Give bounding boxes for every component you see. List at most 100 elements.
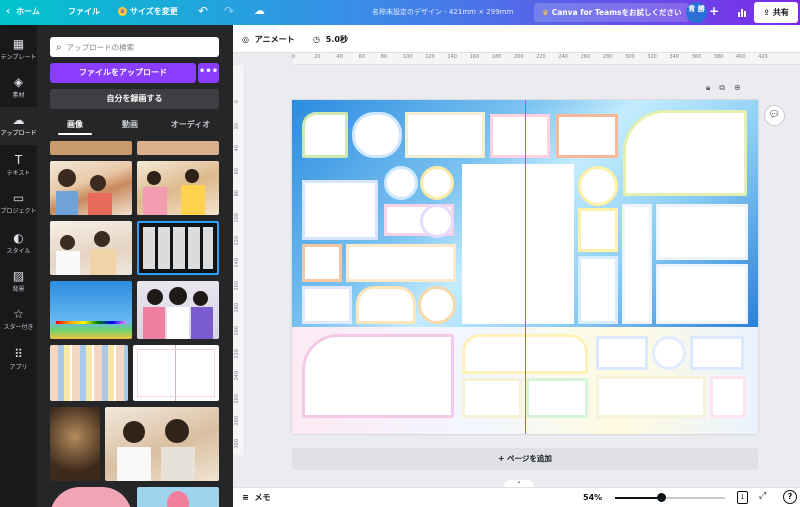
add-page-button[interactable]: + ページを追加 <box>292 448 758 470</box>
cloud-save-icon[interactable]: ☁ <box>254 4 265 17</box>
uploaded-image[interactable] <box>137 161 219 215</box>
ruler-tick: 260 <box>580 54 591 60</box>
ruler-tick: 0 <box>292 54 296 60</box>
photo-frame[interactable] <box>420 166 454 200</box>
photo-frame[interactable] <box>652 336 686 370</box>
photo-frame[interactable] <box>462 378 522 418</box>
ruler-tick: 20 <box>234 122 240 129</box>
uploaded-image[interactable] <box>50 487 132 507</box>
photo-frame[interactable] <box>578 208 618 252</box>
resize-button[interactable]: ♛ サイズを変更 <box>118 6 178 17</box>
photo-frame[interactable] <box>420 204 454 238</box>
photo-frame[interactable] <box>556 114 618 158</box>
comment-icon[interactable]: 💬︎ <box>764 105 785 126</box>
rail-item-upload[interactable]: ☁ アップロード <box>0 107 37 145</box>
photo-frame[interactable] <box>346 244 456 282</box>
tab-images[interactable]: 画像 <box>50 115 100 135</box>
photo-frame[interactable] <box>462 164 574 324</box>
rail-item-text[interactable]: T テキスト <box>0 147 37 185</box>
help-button[interactable]: ? <box>783 490 797 504</box>
photo-frame[interactable] <box>302 244 342 282</box>
tab-audio[interactable]: オーディオ <box>162 115 219 135</box>
crown-icon: ♛ <box>118 7 127 16</box>
photo-frame[interactable] <box>302 112 348 158</box>
undo-icon[interactable]: ↶ <box>198 4 208 18</box>
ruler-tick: 280 <box>602 54 613 60</box>
home-button[interactable]: ‹ ホーム <box>6 6 40 17</box>
search-input[interactable] <box>66 42 207 52</box>
rail-item-folder[interactable]: ▭ プロジェクト <box>0 185 37 223</box>
ruler-tick: 240 <box>234 371 240 381</box>
more-options-button[interactable]: ••• <box>198 63 219 83</box>
upload-file-button[interactable]: ファイルをアップロード <box>50 63 196 83</box>
tab-videos[interactable]: 動画 <box>105 115 155 135</box>
uploaded-image[interactable] <box>137 141 219 155</box>
zoom-slider[interactable] <box>615 497 725 499</box>
uploaded-image[interactable] <box>137 221 219 275</box>
rail-item-background[interactable]: ▨ 背景 <box>0 263 37 301</box>
photo-frame[interactable] <box>526 378 588 418</box>
ruler-tick: 260 <box>234 393 240 404</box>
photo-frame[interactable] <box>622 204 652 324</box>
photo-frame[interactable] <box>690 336 744 370</box>
uploaded-image[interactable] <box>50 281 132 339</box>
insights-icon[interactable] <box>733 3 751 21</box>
share-button[interactable]: ⇪ 共有 <box>754 2 798 23</box>
lock-icon[interactable]: 🔒︎ <box>706 83 710 93</box>
uploaded-image[interactable] <box>133 345 219 401</box>
photo-frame[interactable] <box>302 286 352 324</box>
add-page-icon[interactable]: ⊕ <box>734 83 741 93</box>
fullscreen-icon[interactable]: ⤢ <box>759 491 766 501</box>
rail-item-elements[interactable]: ◈ 素材 <box>0 69 37 107</box>
redo-icon[interactable]: ↷ <box>224 4 234 18</box>
avatar[interactable]: 青 勝 <box>686 2 707 23</box>
rail-item-apps[interactable]: ⠿ アプリ <box>0 341 37 379</box>
search-box[interactable]: ⌕ <box>50 37 219 57</box>
design-title[interactable]: 名称未設定のデザイン - 421mm × 299mm <box>372 7 513 17</box>
duplicate-icon[interactable]: ⧉ <box>719 83 725 93</box>
uploaded-image[interactable] <box>50 221 132 275</box>
uploaded-image[interactable] <box>137 487 219 507</box>
notes-button[interactable]: ≡ メモ <box>242 492 271 503</box>
animate-button[interactable]: ◎ アニメート <box>242 34 295 45</box>
photo-frame[interactable] <box>490 114 550 158</box>
photo-frame[interactable] <box>623 110 747 196</box>
uploaded-image[interactable] <box>50 345 128 401</box>
bottom-bar: ≡ メモ 54% 1 ⤢ ? <box>233 487 800 507</box>
uploaded-image[interactable] <box>105 407 219 481</box>
page-count-button[interactable]: 1 <box>737 491 748 504</box>
uploaded-image[interactable] <box>137 281 219 339</box>
duration-button[interactable]: ◷ 5.0秒 <box>313 34 348 45</box>
file-menu-button[interactable]: ファイル <box>68 6 100 17</box>
ruler-tick: 400 <box>736 54 746 60</box>
uploaded-image[interactable] <box>50 141 132 155</box>
rail-item-palette[interactable]: ◐ スタイル <box>0 225 37 263</box>
photo-frame[interactable] <box>418 286 456 324</box>
record-yourself-button[interactable]: 自分を録画する <box>50 89 219 109</box>
design-page[interactable] <box>292 100 758 434</box>
photo-frame[interactable] <box>596 376 706 418</box>
uploaded-image[interactable] <box>50 407 100 481</box>
photo-frame[interactable] <box>384 166 418 200</box>
photo-frame[interactable] <box>596 336 648 370</box>
ruler-tick: 40 <box>234 145 240 152</box>
photo-frame[interactable] <box>710 376 746 418</box>
photo-frame[interactable] <box>578 166 618 206</box>
photo-frame[interactable] <box>578 256 618 324</box>
photo-frame[interactable] <box>302 334 454 418</box>
ruler-tick: 180 <box>234 303 240 313</box>
photo-frame[interactable] <box>302 180 378 240</box>
rail-item-star[interactable]: ☆ スター付き <box>0 301 37 339</box>
photo-frame[interactable] <box>352 112 402 158</box>
try-teams-button[interactable]: ♛ Canva for Teamsをお試しください <box>534 3 690 22</box>
photo-frame[interactable] <box>656 204 748 260</box>
rail-label: 背景 <box>12 286 25 293</box>
uploaded-image[interactable] <box>50 161 132 215</box>
canvas-toolbar: ◎ アニメート ◷ 5.0秒 <box>233 25 800 53</box>
photo-frame[interactable] <box>656 264 748 324</box>
zoom-slider-handle[interactable] <box>657 493 667 502</box>
add-member-icon[interactable]: + <box>709 4 719 18</box>
photo-frame[interactable] <box>356 286 416 324</box>
rail-item-template[interactable]: ▦ テンプレート <box>0 31 37 69</box>
photo-frame[interactable] <box>405 112 485 158</box>
